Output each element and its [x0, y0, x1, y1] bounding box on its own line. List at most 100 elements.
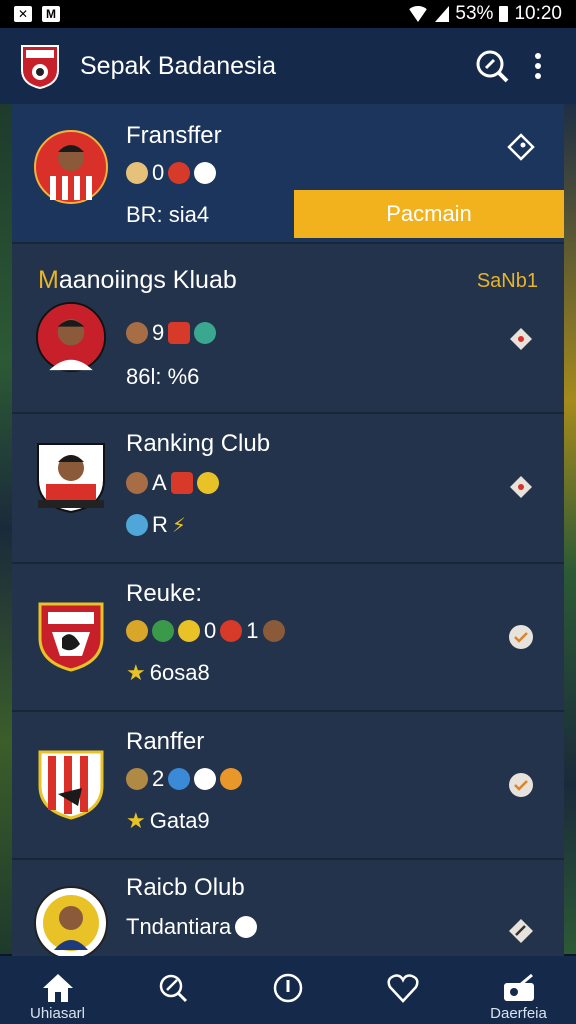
nav-favorites[interactable] [346, 956, 461, 1024]
nav-home-label: Uhiasarl [29, 1005, 86, 1022]
nav-search[interactable] [115, 956, 230, 1024]
stat-value: 0 [152, 160, 165, 185]
club-mini-icon [220, 620, 243, 642]
player-mini-icon [194, 322, 217, 344]
card-title: Fransffer [126, 122, 222, 149]
search-button[interactable] [472, 46, 512, 86]
ball-icon [178, 620, 200, 642]
tag-button[interactable] [506, 324, 536, 354]
card-meta: BR: sia4 [126, 202, 210, 227]
coin-icon [220, 768, 243, 790]
club-mini-icon [168, 322, 191, 344]
player-mini-icon [168, 768, 191, 790]
edit-button[interactable] [506, 916, 536, 946]
stat-value: 9 [152, 320, 165, 345]
transfer-club-card[interactable]: Ranffer 2 ★ Gata9 [12, 712, 564, 860]
wifi-icon [407, 6, 430, 22]
heart-icon [387, 974, 419, 1003]
overflow-menu-button[interactable] [518, 46, 558, 86]
player-avatar [34, 130, 108, 204]
clock: 10:20 [514, 3, 562, 24]
info-circle-icon [273, 973, 303, 1003]
club-crest [38, 602, 104, 672]
club-mini-icon [170, 472, 193, 494]
player-mini-icon [126, 768, 148, 790]
stat-row: 0 1 [126, 618, 285, 644]
check-button[interactable] [506, 622, 536, 652]
app-bar: Sepak Badanesia [0, 28, 576, 104]
background-left [0, 104, 12, 954]
gmail-icon: M [42, 6, 60, 22]
star-icon: ★ [126, 660, 146, 685]
primary-action-button[interactable]: Pacmain [294, 190, 564, 238]
club-list: Fransffer 0 BR: sia4 Pacmain Maanoiings … [12, 104, 564, 956]
nav-home[interactable]: Uhiasarl [0, 956, 115, 1024]
status-bar: ✕ M 53% 10:20 [0, 0, 576, 28]
club-crest [38, 750, 104, 820]
stat-row: 9 [126, 320, 217, 346]
ball-icon [235, 916, 258, 938]
card-title: Ranffer [126, 728, 205, 755]
league-card[interactable]: Reuke: 0 1 ★ 6osa8 [12, 564, 564, 712]
check-circle-icon [509, 773, 533, 797]
stat-row: 2 [126, 766, 243, 792]
card-meta: R ⚡ [126, 512, 186, 538]
signal-icon [435, 6, 450, 22]
bottom-nav: Uhiasarl Daerfeia [0, 956, 576, 1024]
stat-value: 2 [152, 766, 165, 791]
stat-value: 0 [204, 618, 217, 643]
club-mini-icon [168, 162, 191, 184]
card-meta: ★ 6osa8 [126, 660, 210, 685]
ball-icon [194, 768, 217, 790]
tag-icon [510, 476, 532, 498]
battery-icon [499, 6, 509, 22]
check-button[interactable] [506, 770, 536, 800]
nav-alerts[interactable] [231, 956, 346, 1024]
app-logo [21, 45, 59, 90]
card-title: Raicb Olub [126, 874, 245, 901]
star-icon: ★ [126, 808, 146, 833]
card-meta: Tndantiara [126, 914, 258, 940]
ball-icon [194, 162, 217, 184]
standings-card[interactable]: Maanoiings Kluab SaNb1 9 86l: %6 [12, 244, 564, 414]
info-mini-icon [126, 514, 148, 536]
player-avatar [36, 302, 106, 372]
player-mini-icon [126, 162, 148, 184]
home-icon [42, 974, 73, 1002]
nav-profile-label: Daerfeia [490, 1005, 547, 1022]
ball-icon [152, 620, 174, 642]
club-card[interactable]: Raicb Olub Tndantiara [12, 860, 564, 956]
player-mini-icon [262, 620, 285, 642]
card-title: Reuke: [126, 580, 203, 607]
stat-value: 1 [246, 618, 259, 643]
nav-profile[interactable]: Daerfeia [461, 956, 576, 1024]
background-right [564, 104, 576, 954]
battery-percent: 53% [455, 3, 494, 24]
stat-value: A [152, 470, 167, 495]
player-mini-icon [196, 472, 219, 494]
tag-button[interactable] [506, 472, 536, 502]
tag-icon [507, 133, 535, 161]
check-circle-icon [509, 625, 533, 649]
bolt-icon: ⚡ [171, 514, 186, 537]
notification-icon: ✕ [14, 6, 32, 22]
section-title: Maanoiings Kluab [38, 266, 237, 294]
more-vert-icon [535, 53, 541, 79]
ranking-club-card[interactable]: Ranking Club A R ⚡ [12, 414, 564, 564]
card-meta: 86l: %6 [126, 364, 200, 389]
section-badge: SaNb1 [476, 270, 538, 292]
player-mini-icon [126, 322, 148, 344]
club-crest [34, 886, 108, 956]
ball-icon [126, 620, 148, 642]
search-edit-icon [159, 974, 187, 1003]
card-meta: ★ Gata9 [126, 808, 210, 833]
player-mini-icon [126, 472, 148, 494]
card-title: Ranking Club [126, 430, 271, 457]
club-crest [37, 443, 105, 514]
app-title: Sepak Badanesia [80, 51, 276, 80]
profile-edit-icon [503, 973, 534, 1001]
transfer-card[interactable]: Fransffer 0 BR: sia4 Pacmain [12, 104, 564, 244]
stat-row: A [126, 470, 219, 496]
stat-row: 0 [126, 160, 217, 186]
tag-button[interactable] [506, 132, 536, 162]
